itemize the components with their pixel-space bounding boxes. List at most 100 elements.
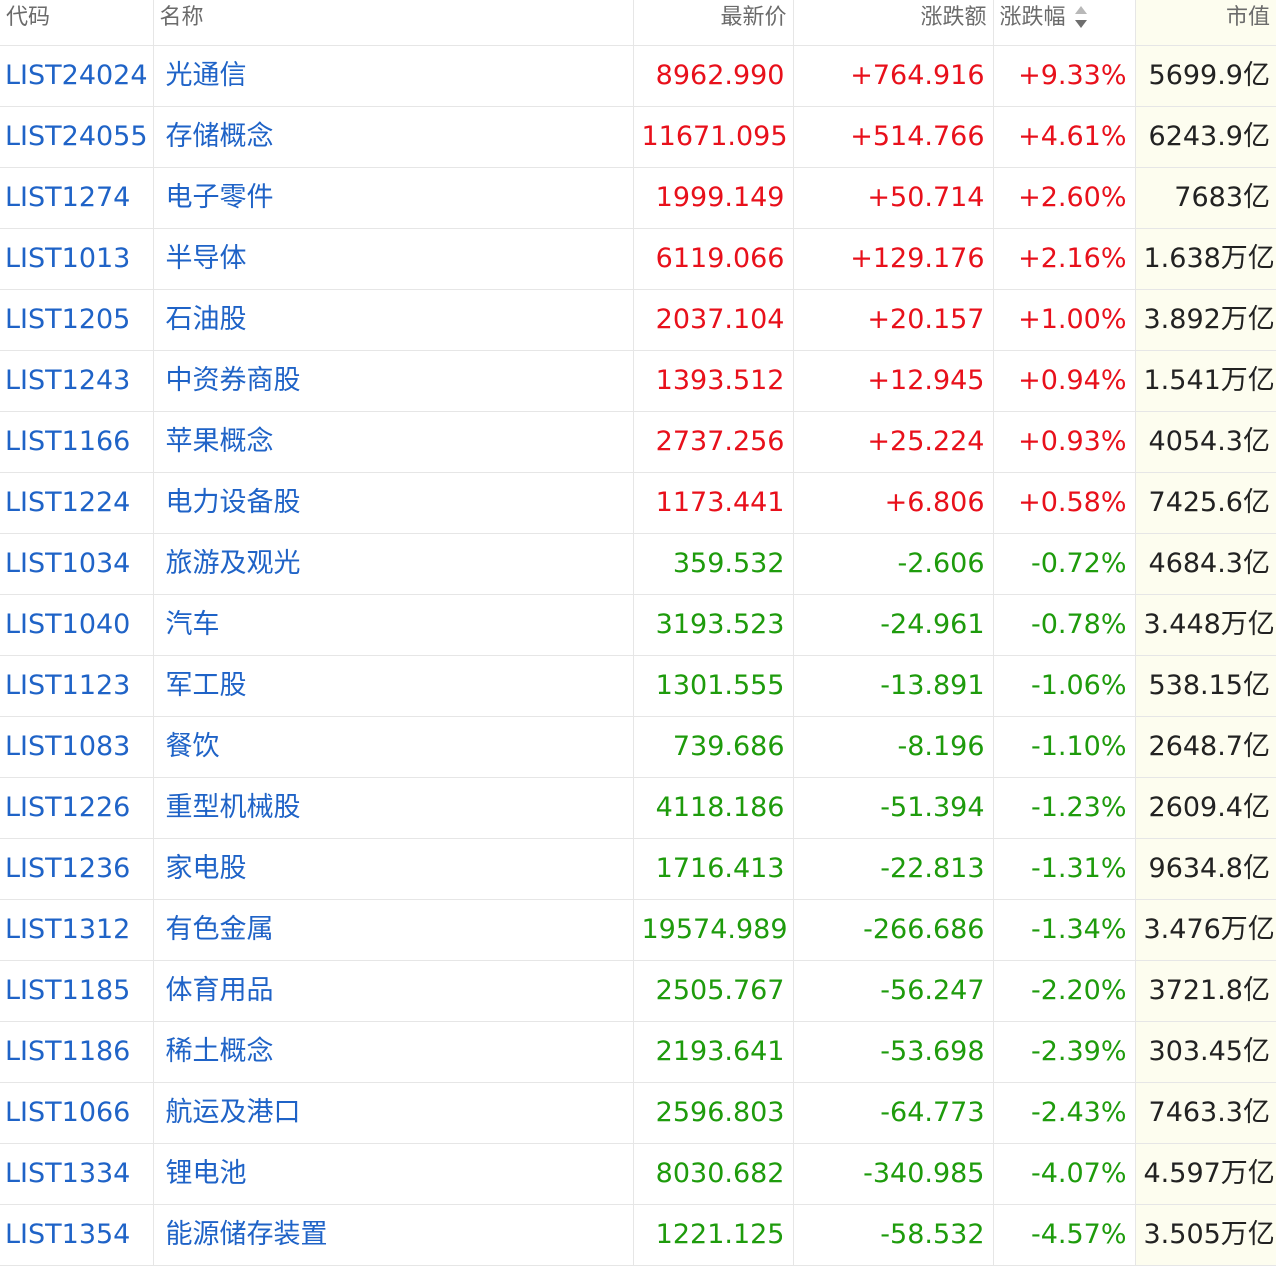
table-row[interactable]: LIST24055 存储概念 11671.095 +514.766 +4.61% 6243… xyxy=(0,106,1276,168)
row-code-link[interactable]: LIST1123 xyxy=(0,655,154,717)
column-header-mcap[interactable]: 市值 xyxy=(1135,0,1276,46)
row-mcap: 4.597万亿 xyxy=(1135,1143,1276,1205)
row-code-link[interactable]: LIST1334 xyxy=(0,1143,154,1205)
row-code-link[interactable]: LIST24055 xyxy=(0,106,154,168)
row-pct: +9.33% xyxy=(993,45,1136,107)
sort-updown-icon[interactable] xyxy=(1074,2,1088,32)
table-row[interactable]: LIST1185 体育用品 2505.767 -56.247 -2.20% 3721.8亿 xyxy=(0,960,1276,1022)
row-price: 3193.523 xyxy=(633,594,794,656)
sector-table: 代码 名称 最新价 涨跌额 涨跌幅 市值 LIST24024 光通信 8962.99… xyxy=(0,0,1276,1266)
row-name-link[interactable]: 汽车 xyxy=(153,594,634,656)
table-row[interactable]: LIST1034 旅游及观光 359.532 -2.606 -0.72% 4684.3亿 xyxy=(0,533,1276,595)
row-name-link[interactable]: 能源储存装置 xyxy=(153,1204,634,1266)
row-name-link[interactable]: 苹果概念 xyxy=(153,411,634,473)
row-mcap: 3.892万亿 xyxy=(1135,289,1276,351)
row-pct: -1.31% xyxy=(993,838,1136,900)
row-change: -13.891 xyxy=(793,655,994,717)
row-change: -58.532 xyxy=(793,1204,994,1266)
row-code-link[interactable]: LIST24024 xyxy=(0,45,154,107)
column-header-name[interactable]: 名称 xyxy=(153,0,634,46)
row-price: 2505.767 xyxy=(633,960,794,1022)
row-pct: -4.57% xyxy=(993,1204,1136,1266)
row-name-link[interactable]: 有色金属 xyxy=(153,899,634,961)
row-name-link[interactable]: 重型机械股 xyxy=(153,777,634,839)
row-mcap: 7425.6亿 xyxy=(1135,472,1276,534)
row-name-link[interactable]: 军工股 xyxy=(153,655,634,717)
row-name-link[interactable]: 存储概念 xyxy=(153,106,634,168)
column-header-change[interactable]: 涨跌额 xyxy=(793,0,994,46)
row-price: 1301.555 xyxy=(633,655,794,717)
row-code-link[interactable]: LIST1185 xyxy=(0,960,154,1022)
row-mcap: 2648.7亿 xyxy=(1135,716,1276,778)
table-row[interactable]: LIST1243 中资券商股 1393.512 +12.945 +0.94% 1.541万… xyxy=(0,350,1276,412)
row-code-link[interactable]: LIST1274 xyxy=(0,167,154,229)
row-change: -22.813 xyxy=(793,838,994,900)
column-header-code[interactable]: 代码 xyxy=(0,0,154,46)
table-row[interactable]: LIST1354 能源储存装置 1221.125 -58.532 -4.57% 3.505… xyxy=(0,1204,1276,1266)
row-code-link[interactable]: LIST1312 xyxy=(0,899,154,961)
row-code-link[interactable]: LIST1186 xyxy=(0,1021,154,1083)
row-change: -51.394 xyxy=(793,777,994,839)
row-pct: +4.61% xyxy=(993,106,1136,168)
table-row[interactable]: LIST1083 餐饮 739.686 -8.196 -1.10% 2648.7亿 xyxy=(0,716,1276,778)
row-name-link[interactable]: 中资券商股 xyxy=(153,350,634,412)
row-code-link[interactable]: LIST1066 xyxy=(0,1082,154,1144)
row-name-link[interactable]: 锂电池 xyxy=(153,1143,634,1205)
row-code-link[interactable]: LIST1040 xyxy=(0,594,154,656)
row-name-link[interactable]: 体育用品 xyxy=(153,960,634,1022)
table-row[interactable]: LIST1224 电力设备股 1173.441 +6.806 +0.58% 7425.6亿 xyxy=(0,472,1276,534)
row-name-link[interactable]: 电子零件 xyxy=(153,167,634,229)
row-price: 2737.256 xyxy=(633,411,794,473)
table-row[interactable]: LIST1312 有色金属 19574.989 -266.686 -1.34% 3.476… xyxy=(0,899,1276,961)
row-code-link[interactable]: LIST1013 xyxy=(0,228,154,290)
row-mcap: 3.476万亿 xyxy=(1135,899,1276,961)
row-price: 1393.512 xyxy=(633,350,794,412)
row-pct: -1.34% xyxy=(993,899,1136,961)
table-row[interactable]: LIST24024 光通信 8962.990 +764.916 +9.33% 5699.9… xyxy=(0,45,1276,107)
table-row[interactable]: LIST1013 半导体 6119.066 +129.176 +2.16% 1.638万亿 xyxy=(0,228,1276,290)
row-name-link[interactable]: 旅游及观光 xyxy=(153,533,634,595)
row-change: -266.686 xyxy=(793,899,994,961)
row-change: +12.945 xyxy=(793,350,994,412)
row-name-link[interactable]: 半导体 xyxy=(153,228,634,290)
row-code-link[interactable]: LIST1166 xyxy=(0,411,154,473)
row-price: 2037.104 xyxy=(633,289,794,351)
table-row[interactable]: LIST1123 军工股 1301.555 -13.891 -1.06% 538.15亿 xyxy=(0,655,1276,717)
row-name-link[interactable]: 餐饮 xyxy=(153,716,634,778)
row-mcap: 3.505万亿 xyxy=(1135,1204,1276,1266)
row-code-link[interactable]: LIST1243 xyxy=(0,350,154,412)
row-name-link[interactable]: 石油股 xyxy=(153,289,634,351)
table-row[interactable]: LIST1186 稀土概念 2193.641 -53.698 -2.39% 303.45亿 xyxy=(0,1021,1276,1083)
table-row[interactable]: LIST1166 苹果概念 2737.256 +25.224 +0.93% 4054.3亿 xyxy=(0,411,1276,473)
row-code-link[interactable]: LIST1034 xyxy=(0,533,154,595)
row-code-link[interactable]: LIST1226 xyxy=(0,777,154,839)
row-code-link[interactable]: LIST1224 xyxy=(0,472,154,534)
row-name-link[interactable]: 电力设备股 xyxy=(153,472,634,534)
table-header: 代码 名称 最新价 涨跌额 涨跌幅 市值 xyxy=(0,0,1276,46)
table-row[interactable]: LIST1226 重型机械股 4118.186 -51.394 -1.23% 2609.4… xyxy=(0,777,1276,839)
row-price: 19574.989 xyxy=(633,899,794,961)
table-row[interactable]: LIST1066 航运及港口 2596.803 -64.773 -2.43% 7463.3… xyxy=(0,1082,1276,1144)
row-code-link[interactable]: LIST1354 xyxy=(0,1204,154,1266)
table-row[interactable]: LIST1040 汽车 3193.523 -24.961 -0.78% 3.448万亿 xyxy=(0,594,1276,656)
row-change: -56.247 xyxy=(793,960,994,1022)
row-name-link[interactable]: 光通信 xyxy=(153,45,634,107)
row-code-link[interactable]: LIST1236 xyxy=(0,838,154,900)
row-mcap: 4684.3亿 xyxy=(1135,533,1276,595)
row-name-link[interactable]: 航运及港口 xyxy=(153,1082,634,1144)
table-row[interactable]: LIST1274 电子零件 1999.149 +50.714 +2.60% 7683亿 xyxy=(0,167,1276,229)
row-mcap: 7683亿 xyxy=(1135,167,1276,229)
row-name-link[interactable]: 家电股 xyxy=(153,838,634,900)
column-header-pct[interactable]: 涨跌幅 xyxy=(993,0,1136,46)
table-row[interactable]: LIST1205 石油股 2037.104 +20.157 +1.00% 3.892万亿 xyxy=(0,289,1276,351)
column-header-price[interactable]: 最新价 xyxy=(633,0,794,46)
table-row[interactable]: LIST1334 锂电池 8030.682 -340.985 -4.07% 4.597万亿 xyxy=(0,1143,1276,1205)
row-pct: +2.16% xyxy=(993,228,1136,290)
row-pct: -2.20% xyxy=(993,960,1136,1022)
row-change: -64.773 xyxy=(793,1082,994,1144)
row-code-link[interactable]: LIST1083 xyxy=(0,716,154,778)
row-name-link[interactable]: 稀土概念 xyxy=(153,1021,634,1083)
table-row[interactable]: LIST1236 家电股 1716.413 -22.813 -1.31% 9634.8亿 xyxy=(0,838,1276,900)
table-body: LIST24024 光通信 8962.990 +764.916 +9.33% 5699.9… xyxy=(0,45,1276,1266)
row-code-link[interactable]: LIST1205 xyxy=(0,289,154,351)
